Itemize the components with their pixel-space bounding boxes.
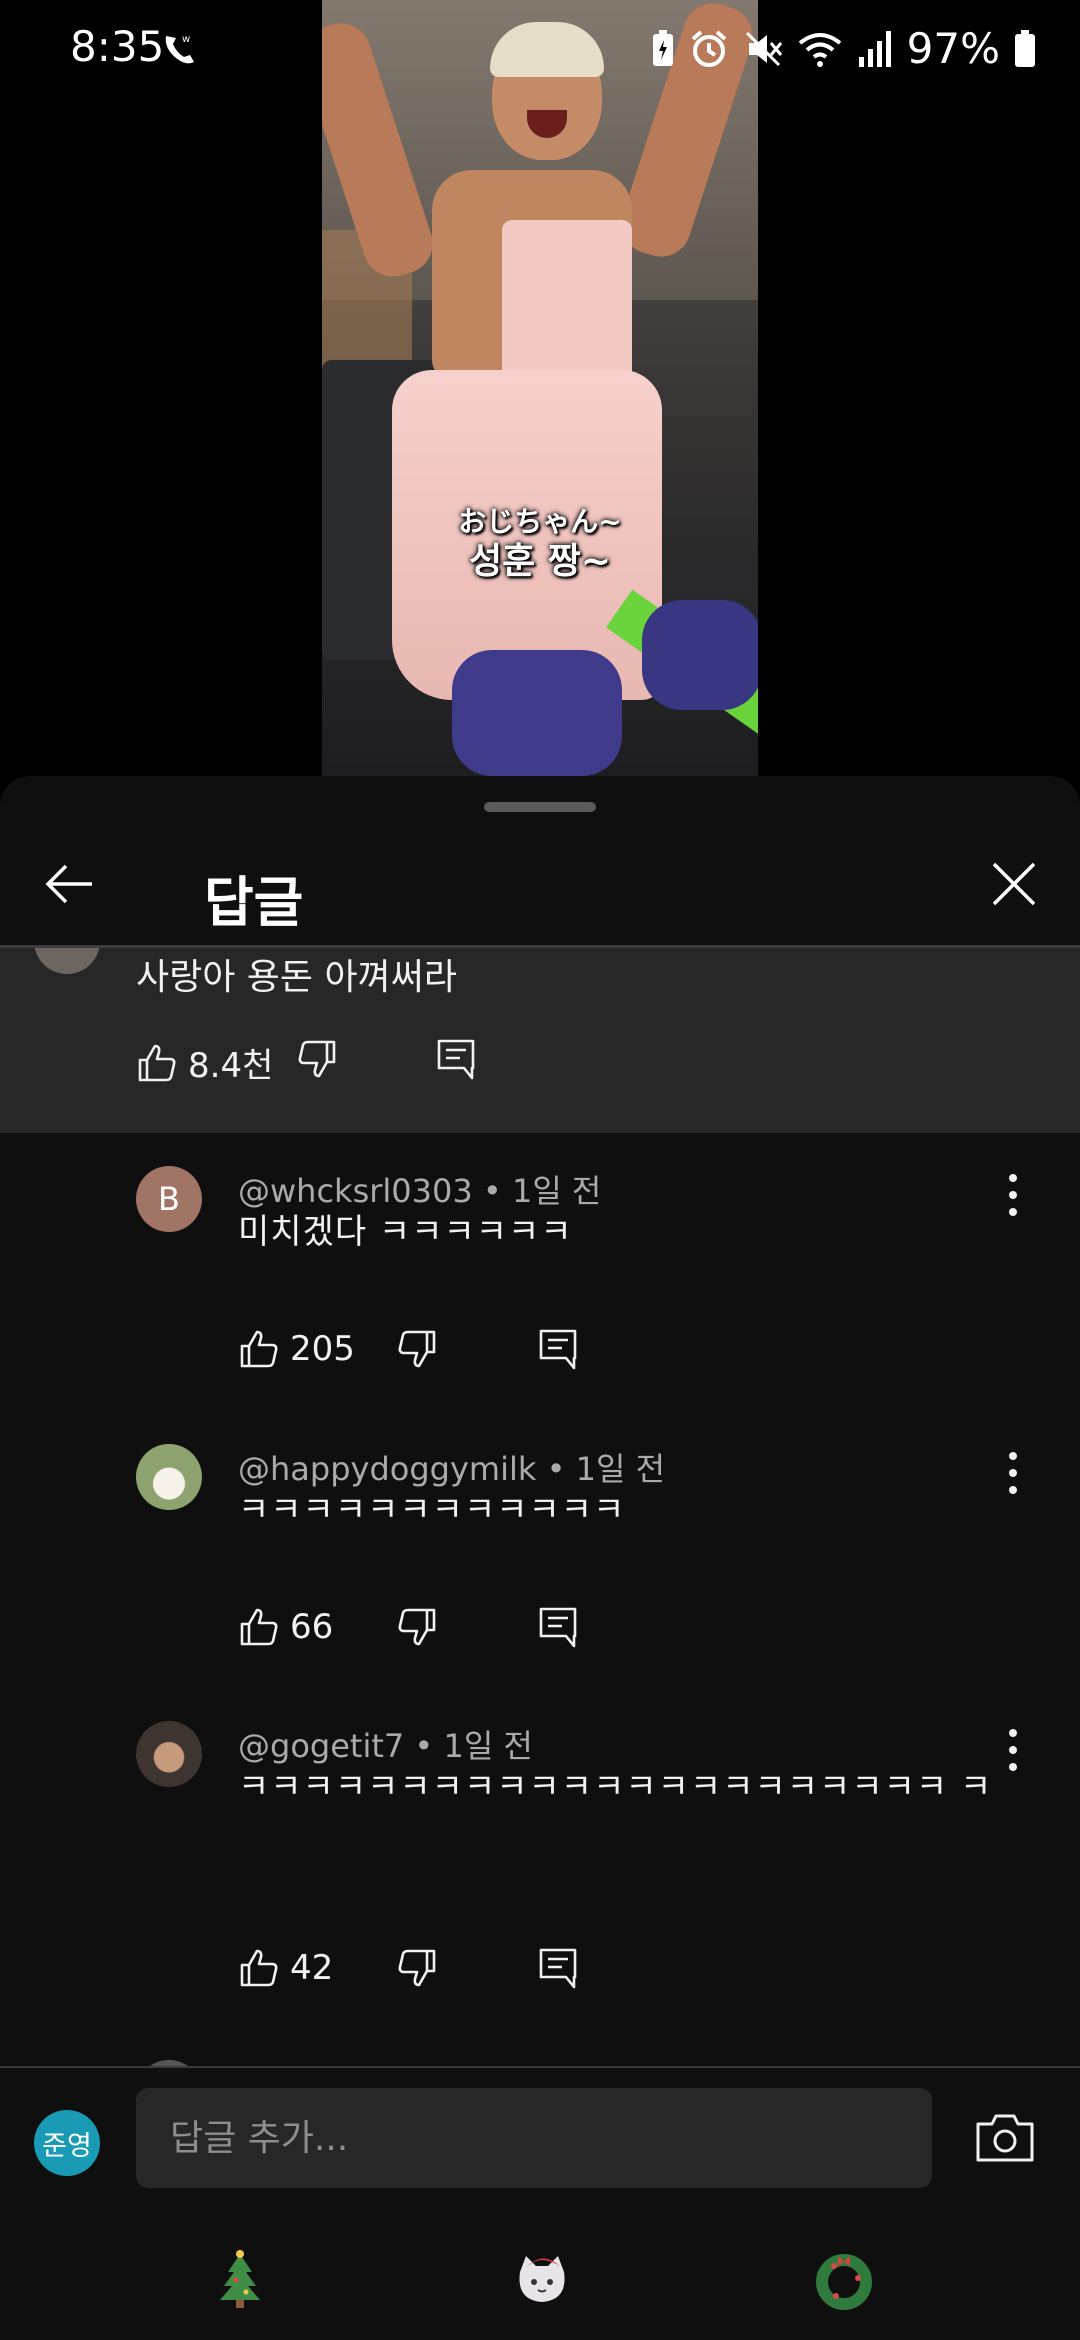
like-button[interactable]: 42 xyxy=(238,1947,333,1989)
wifi-icon xyxy=(798,32,841,67)
video-subtitle-line2: 성훈 짱~ xyxy=(468,541,612,582)
drag-handle[interactable] xyxy=(484,802,596,812)
more-vert-icon[interactable] xyxy=(998,1170,1028,1220)
avatar[interactable] xyxy=(34,948,100,974)
signal-icon xyxy=(858,30,891,67)
comment-icon xyxy=(437,1039,475,1080)
parent-comment-actions: 8.4천 xyxy=(136,1038,736,1098)
thumbs-up-icon xyxy=(240,1949,278,1987)
comment-icon xyxy=(539,1329,577,1370)
thumbs-up-icon xyxy=(138,1044,176,1081)
reply-button[interactable] xyxy=(538,1947,578,1989)
battery-icon xyxy=(1015,29,1035,67)
reply-actions: 205 xyxy=(238,1328,738,1388)
alarm-icon xyxy=(691,29,726,67)
like-count: 42 xyxy=(290,1948,334,1988)
svg-text:w: w xyxy=(182,34,190,45)
system-nav-bar xyxy=(0,2248,1080,2340)
close-icon[interactable] xyxy=(984,854,1044,914)
battery-percent: 97% xyxy=(906,24,1000,73)
thumbs-down-icon xyxy=(398,1949,436,1987)
status-time: 8:35 xyxy=(70,22,165,71)
status-bar: 8:35 w 97% xyxy=(0,0,1080,96)
more-vert-icon[interactable] xyxy=(998,1725,1028,1775)
like-count: 205 xyxy=(290,1329,355,1369)
reply-composer: 준영 xyxy=(0,2068,1080,2340)
camera-icon[interactable] xyxy=(974,2110,1036,2166)
reply-button[interactable] xyxy=(538,1606,578,1648)
mute-icon xyxy=(745,31,782,66)
parent-comment-text: 사랑아 용돈 아껴써라 xyxy=(136,957,457,998)
christmas-tree-icon[interactable] xyxy=(208,2248,272,2312)
reply-text: ㅋㅋㅋㅋㅋㅋㅋㅋㅋㅋㅋㅋ xyxy=(238,1490,626,1530)
reply-button[interactable] xyxy=(436,1038,476,1080)
sheet-header: 답글 xyxy=(0,828,1080,948)
more-vert-icon[interactable] xyxy=(998,1448,1028,1498)
status-icons: 97% xyxy=(651,24,1036,73)
thumbs-down-icon xyxy=(398,1330,436,1368)
my-avatar[interactable]: 준영 xyxy=(34,2110,100,2176)
like-button[interactable]: 8.4천 xyxy=(136,1038,273,1087)
avatar[interactable] xyxy=(136,1444,202,1510)
reply-text: ㅋㅋㅋㅋㅋㅋㅋㅋㅋㅋㅋㅋㅋㅋㅋㅋㅋㅋㅋㅋㅋㅋ ㅋ xyxy=(238,1767,993,1807)
like-count: 66 xyxy=(290,1607,334,1647)
like-count: 8.4천 xyxy=(188,1046,274,1086)
arrow-left-icon[interactable] xyxy=(40,854,100,914)
cat-santa-icon[interactable] xyxy=(510,2248,574,2312)
dislike-button[interactable] xyxy=(396,1947,438,1989)
wifi-calling-icon: w xyxy=(165,34,194,64)
like-button[interactable]: 66 xyxy=(238,1606,333,1648)
video-player[interactable]: おじちゃん~ 성훈 짱~ xyxy=(322,0,758,776)
dislike-button[interactable] xyxy=(396,1606,438,1648)
thumbs-down-icon xyxy=(398,1608,436,1646)
page-title: 답글 xyxy=(204,871,304,934)
thumbs-up-icon xyxy=(240,1330,278,1368)
thumbs-down-icon xyxy=(298,1040,336,1078)
reply-actions: 42 xyxy=(238,1947,738,2007)
avatar[interactable]: B xyxy=(136,1166,202,1232)
dislike-button[interactable] xyxy=(296,1038,338,1080)
comment-icon xyxy=(539,1607,577,1648)
parent-comment: 사랑아 용돈 아껴써라 8.4천 xyxy=(0,948,1080,1133)
battery-saver-icon xyxy=(652,29,673,66)
dislike-button[interactable] xyxy=(396,1328,438,1370)
reply-text: 미치겠다 ㅋㅋㅋㅋㅋㅋ xyxy=(238,1212,573,1252)
reply-button[interactable] xyxy=(538,1328,578,1370)
like-button[interactable]: 205 xyxy=(238,1328,355,1370)
reply-actions: 66 xyxy=(238,1606,738,1666)
avatar[interactable] xyxy=(136,1721,202,1787)
reply-input[interactable] xyxy=(136,2088,932,2188)
wreath-icon[interactable] xyxy=(812,2248,876,2312)
thumbs-up-icon xyxy=(240,1608,278,1646)
comment-icon xyxy=(539,1948,577,1989)
